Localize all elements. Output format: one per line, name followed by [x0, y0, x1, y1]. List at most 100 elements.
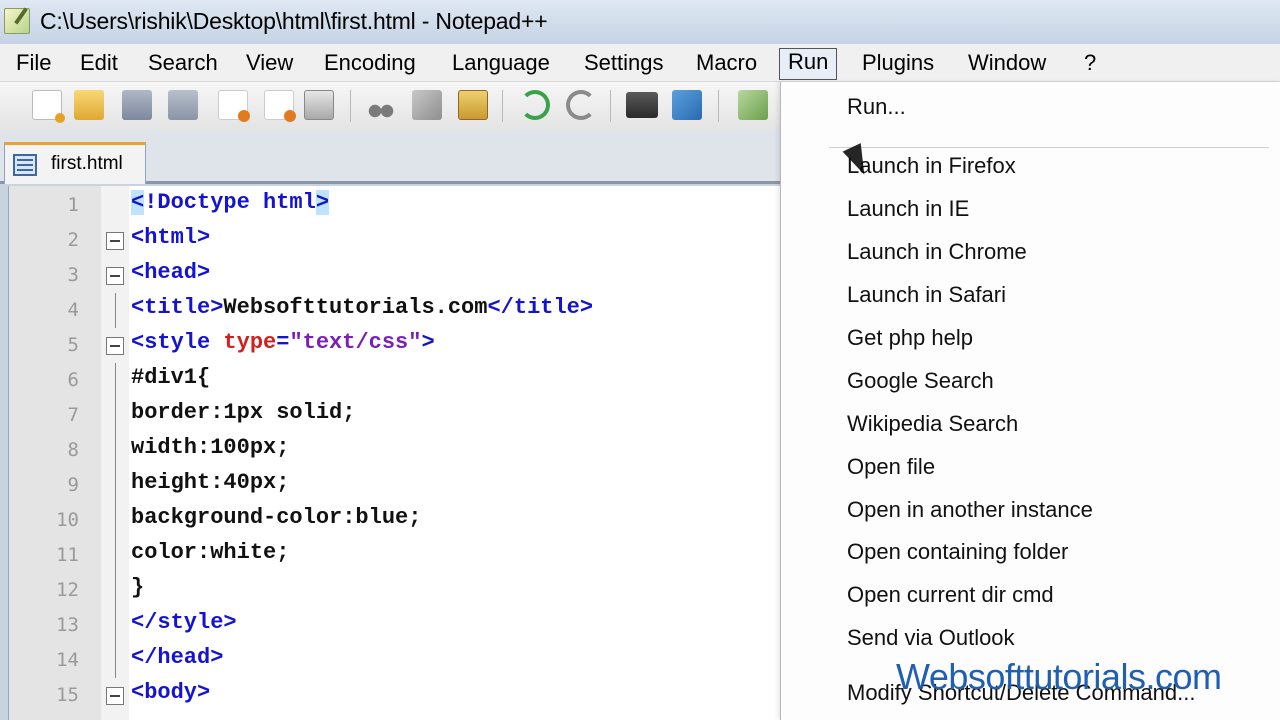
undo-icon[interactable] [520, 90, 550, 120]
fold-guide [115, 573, 116, 608]
cut-icon[interactable] [366, 90, 396, 120]
toolbar-separator [718, 90, 719, 122]
code-line: 10 background-color:blue; [9, 503, 781, 538]
menu-bar: File Edit Search View Encoding Language … [0, 44, 1280, 82]
fold-guide [115, 433, 116, 468]
watermark: Websofttutorials.com [896, 656, 1222, 697]
run-menu-item-send-outlook[interactable]: Send via Outlook [847, 625, 1015, 651]
menu-macro[interactable]: Macro [694, 50, 759, 80]
code-text: <style type="text/css"> [131, 330, 435, 355]
line-number: 1 [67, 194, 79, 216]
menu-language[interactable]: Language [450, 50, 552, 80]
code-line: 1 <!Doctype html> [9, 188, 781, 223]
fold-guide [115, 608, 116, 643]
redo-icon[interactable] [566, 90, 596, 120]
code-line: 2 <html> [9, 223, 781, 258]
find-icon[interactable] [626, 92, 658, 118]
code-line: 13 </style> [9, 608, 781, 643]
toolbar-separator [610, 90, 611, 122]
line-number: 13 [56, 614, 79, 636]
line-number: 4 [67, 299, 79, 321]
run-menu-item-run[interactable]: Run... [847, 94, 906, 120]
code-text: color:white; [131, 540, 290, 565]
code-text: width:100px; [131, 435, 290, 460]
line-number: 7 [67, 404, 79, 426]
tab-label: first.html [51, 153, 123, 174]
save-all-icon[interactable] [168, 90, 198, 120]
code-text: <body> [131, 680, 211, 705]
run-menu-item-ie[interactable]: Launch in IE [847, 196, 969, 222]
window-title: C:\Users\rishik\Desktop\html\first.html … [40, 8, 548, 34]
run-menu-item-firefox[interactable]: Launch in Firefox [847, 153, 1016, 179]
menu-plugins[interactable]: Plugins [860, 50, 936, 80]
notepadpp-app-icon [4, 8, 30, 34]
run-macro-icon[interactable] [738, 90, 768, 120]
code-line: 12 } [9, 573, 781, 608]
code-text: border:1px solid; [131, 400, 356, 425]
close-all-icon[interactable] [264, 90, 296, 122]
line-number: 5 [67, 334, 79, 356]
menu-help[interactable]: ? [1082, 50, 1098, 80]
menu-file[interactable]: File [14, 50, 53, 80]
file-tab-icon [13, 154, 37, 176]
tab-first-html[interactable]: first.html [4, 142, 146, 184]
fold-toggle-icon[interactable] [106, 687, 124, 705]
code-line: 7 border:1px solid; [9, 398, 781, 433]
run-menu-item-open-file[interactable]: Open file [847, 454, 935, 480]
code-text: </style> [131, 610, 237, 635]
code-line: 3 <head> [9, 258, 781, 293]
title-bar: C:\Users\rishik\Desktop\html\first.html … [0, 0, 1280, 44]
fold-toggle-icon[interactable] [106, 232, 124, 250]
replace-icon[interactable] [672, 90, 702, 120]
menu-window[interactable]: Window [966, 50, 1048, 80]
run-menu-item-wikipedia-search[interactable]: Wikipedia Search [847, 411, 1018, 437]
fold-guide [115, 398, 116, 433]
fold-guide [115, 643, 116, 678]
code-text: <title>Websofttutorials.com</title> [131, 295, 594, 320]
copy-icon[interactable] [412, 90, 442, 120]
code-text: } [131, 575, 145, 600]
line-number: 6 [67, 369, 79, 391]
fold-toggle-icon[interactable] [106, 337, 124, 355]
code-text: <head> [131, 260, 211, 285]
tab-strip: first.html [0, 130, 780, 184]
code-text: #div1{ [131, 365, 211, 390]
code-line: 8 width:100px; [9, 433, 781, 468]
print-icon[interactable] [304, 90, 334, 120]
run-menu-item-open-another-instance[interactable]: Open in another instance [847, 497, 1093, 523]
fold-guide [115, 363, 116, 398]
fold-toggle-icon[interactable] [106, 267, 124, 285]
fold-guide [115, 538, 116, 573]
menu-view[interactable]: View [244, 50, 295, 80]
new-file-icon[interactable] [32, 90, 65, 123]
paste-icon[interactable] [458, 90, 488, 120]
open-file-icon[interactable] [74, 90, 104, 120]
save-icon[interactable] [122, 90, 152, 120]
doctype-keyword: !Doctype html [144, 190, 316, 215]
line-number: 10 [56, 509, 79, 531]
line-number: 2 [67, 229, 79, 251]
menu-run[interactable]: Run [779, 48, 838, 80]
code-line: 6 #div1{ [9, 363, 781, 398]
run-menu-item-chrome[interactable]: Launch in Chrome [847, 239, 1027, 265]
close-icon[interactable] [218, 90, 250, 122]
menu-edit[interactable]: Edit [78, 50, 120, 80]
run-menu-item-open-dir-cmd[interactable]: Open current dir cmd [847, 582, 1054, 608]
code-line: 4 <title>Websofttutorials.com</title> [9, 293, 781, 328]
code-text: <html> [131, 225, 211, 250]
menu-search[interactable]: Search [146, 50, 220, 80]
code-line: 14 </head> [9, 643, 781, 678]
menu-encoding[interactable]: Encoding [322, 50, 418, 80]
run-menu-item-php-help[interactable]: Get php help [847, 325, 973, 351]
run-menu-item-open-containing-folder[interactable]: Open containing folder [847, 539, 1068, 565]
menu-settings[interactable]: Settings [582, 50, 666, 80]
run-menu-item-safari[interactable]: Launch in Safari [847, 282, 1006, 308]
code-line: 5 <style type="text/css"> [9, 328, 781, 363]
menu-separator [829, 147, 1269, 148]
line-number: 11 [56, 544, 79, 566]
toolbar [0, 82, 780, 130]
code-editor[interactable]: 1 <!Doctype html> 2 <html> 3 <head> 4 <t… [8, 186, 780, 720]
code-text: height:40px; [131, 470, 290, 495]
line-number: 15 [56, 684, 79, 706]
run-menu-item-google-search[interactable]: Google Search [847, 368, 994, 394]
